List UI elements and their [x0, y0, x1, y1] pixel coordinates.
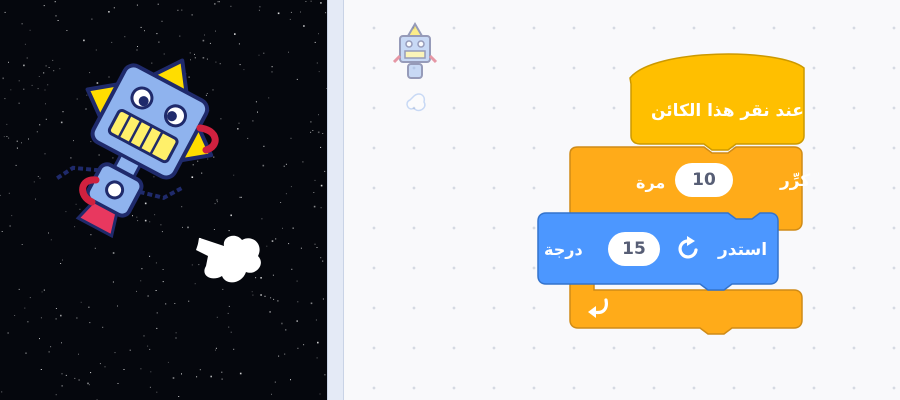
robot-sprite[interactable] [0, 0, 327, 400]
stage-divider[interactable] [327, 0, 344, 400]
exhaust-puff [196, 235, 261, 283]
rotate-clockwise-icon [678, 236, 698, 259]
repeat-label: كرِّر [780, 171, 811, 191]
repeat-count-input[interactable]: 10 [675, 163, 733, 197]
turn-degrees-input[interactable]: 15 [608, 232, 660, 266]
hat-block-label: عند نقر هذا الكائن [651, 101, 804, 121]
code-workspace[interactable]: عند نقر هذا الكائن كرِّر 10 مرة استدر 15… [344, 0, 900, 400]
robot-sprite-thumbnail[interactable] [384, 18, 446, 116]
turn-label: استدر [718, 240, 768, 260]
loop-arrow-icon [588, 298, 608, 318]
turn-suffix: درجة [544, 240, 583, 259]
script-stack [537, 53, 805, 335]
stage[interactable] [0, 0, 327, 400]
repeat-suffix: مرة [636, 173, 666, 192]
